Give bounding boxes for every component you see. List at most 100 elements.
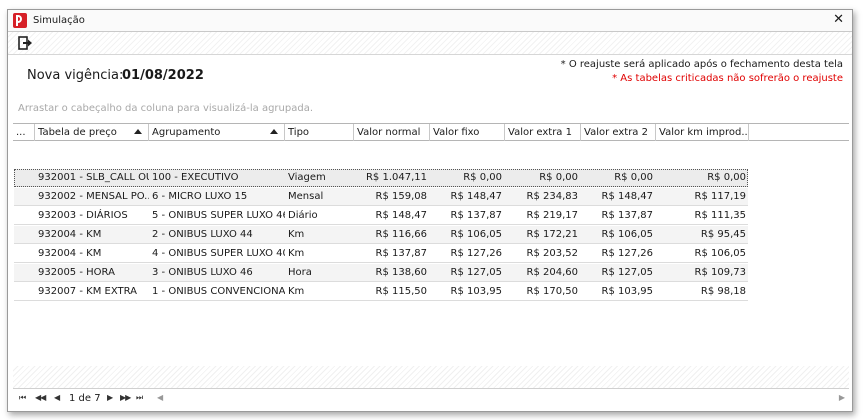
scroll-left-icon[interactable]: ◀ [157, 393, 163, 402]
cell-extra2: R$ 127,26 [601, 248, 653, 259]
cell-agrupamento: 6 - MICRO LUXO 15 [152, 191, 248, 202]
column-header-extra1[interactable]: Valor extra 1 [505, 124, 581, 141]
first-page-button[interactable]: ⏮ [19, 393, 26, 403]
scroll-right-icon[interactable]: ▶ [839, 393, 845, 402]
cell-extra2: R$ 0,00 [614, 172, 653, 183]
sort-ascending-icon [270, 129, 278, 134]
cell-kmimprod: R$ 95,45 [700, 229, 746, 240]
cell-tabela: 932004 - KM [38, 229, 102, 240]
cell-fixo: R$ 106,05 [450, 229, 502, 240]
last-page-button[interactable]: ⏭ [136, 393, 143, 403]
cell-kmimprod: R$ 98,18 [700, 286, 746, 297]
pager: ⏮ ◀◀ ◀ 1 de 7 ▶ ▶▶ ⏭ ◀ ▶ [13, 388, 849, 409]
cell-kmimprod: R$ 0,00 [707, 172, 746, 183]
cell-tabela: 932001 - SLB_CALL OUT [38, 172, 149, 183]
cell-normal: R$ 138,60 [375, 267, 427, 278]
close-button[interactable]: ✕ [833, 12, 844, 27]
cell-fixo: R$ 127,05 [450, 267, 502, 278]
cell-extra1: R$ 204,60 [526, 267, 578, 278]
column-header-extra2[interactable]: Valor extra 2 [581, 124, 656, 141]
cell-fixo: R$ 148,47 [450, 191, 502, 202]
criticized-tables-notice: * As tabelas criticadas não sofrerão o r… [612, 73, 843, 84]
cell-tipo: Viagem [288, 172, 326, 183]
cell-normal: R$ 116,66 [375, 229, 427, 240]
cell-tipo: Km [288, 286, 305, 297]
sort-ascending-icon [134, 129, 142, 134]
table-row[interactable]: 932005 - HORA 3 - ONIBUS LUXO 46 Hora R$ 13… [14, 264, 748, 282]
horizontal-scrollbar[interactable]: ◀ ▶ [157, 392, 845, 405]
cell-tipo: Mensal [288, 191, 324, 202]
cell-tabela: 932002 - MENSAL PO... [38, 191, 149, 202]
cell-extra2: R$ 148,47 [601, 191, 653, 202]
cell-kmimprod: R$ 106,05 [694, 248, 746, 259]
cell-extra1: R$ 219,17 [526, 210, 578, 221]
cell-extra1: R$ 234,83 [526, 191, 578, 202]
table-row[interactable]: 932003 - DIÁRIOS 5 - ONIBUS SUPER LUXO 46… [14, 207, 748, 225]
grid-header: ... Tabela de preço Agrupamento Tipo Valor n… [13, 123, 849, 141]
cell-tipo: Km [288, 248, 305, 259]
exit-icon [18, 36, 32, 50]
table-row[interactable]: 932007 - KM EXTRA 1 - ONIBUS CONVENCIONA.… [14, 283, 748, 301]
cell-fixo: R$ 127,26 [450, 248, 502, 259]
cell-agrupamento: 100 - EXECUTIVO [152, 172, 239, 183]
grid-empty-area [13, 366, 849, 388]
cell-normal: R$ 159,08 [375, 191, 427, 202]
next-page-group-button[interactable]: ▶▶ [120, 393, 131, 402]
prev-page-button[interactable]: ◀ [54, 393, 60, 402]
cell-kmimprod: R$ 117,19 [694, 191, 746, 202]
cell-kmimprod: R$ 109,73 [694, 267, 746, 278]
cell-kmimprod: R$ 111,35 [694, 210, 746, 221]
window-title: Simulação [33, 15, 85, 26]
simulation-window: Simulação ✕ Nova vigência: 01/08/2022 * … [7, 9, 853, 412]
cell-agrupamento: 1 - ONIBUS CONVENCIONA... [152, 286, 285, 297]
cell-tabela: 932003 - DIÁRIOS [38, 210, 128, 221]
column-header-tipo[interactable]: Tipo [285, 124, 354, 141]
cell-extra2: R$ 103,95 [601, 286, 653, 297]
column-header-kmimprod[interactable]: Valor km improd... [656, 124, 749, 141]
cell-tipo: Hora [288, 267, 312, 278]
cell-agrupamento: 5 - ONIBUS SUPER LUXO 46 [152, 210, 285, 221]
grid-body: 932001 - SLB_CALL OUT 100 - EXECUTIVO Viag… [13, 141, 849, 389]
column-header-selector[interactable]: ... [13, 124, 35, 141]
vigencia-date: 01/08/2022 [122, 68, 204, 83]
column-header-agrupamento[interactable]: Agrupamento [149, 124, 285, 141]
cell-normal: R$ 115,50 [375, 286, 427, 297]
cell-agrupamento: 2 - ONIBUS LUXO 44 [152, 229, 253, 240]
column-header-label: Valor fixo [433, 127, 480, 138]
column-header-tabela[interactable]: Tabela de preço [35, 124, 149, 141]
prev-page-group-button[interactable]: ◀◀ [35, 393, 46, 402]
column-header-label: Valor km improd... [659, 127, 749, 138]
table-row[interactable]: 932004 - KM 4 - ONIBUS SUPER LUXO 40 Km R$ … [14, 245, 748, 263]
column-header-label: Valor extra 2 [584, 127, 648, 138]
cell-agrupamento: 3 - ONIBUS LUXO 46 [152, 267, 253, 278]
next-page-button[interactable]: ▶ [107, 393, 113, 402]
cell-normal: R$ 1.047,11 [365, 172, 427, 183]
cell-extra2: R$ 106,05 [601, 229, 653, 240]
column-header-normal[interactable]: Valor normal [354, 124, 430, 141]
cell-fixo: R$ 0,00 [463, 172, 502, 183]
table-row[interactable]: 932002 - MENSAL PO... 6 - MICRO LUXO 15 Me… [14, 188, 748, 206]
cell-tabela: 932004 - KM [38, 248, 102, 259]
cell-extra1: R$ 203,52 [526, 248, 578, 259]
cell-extra2: R$ 137,87 [601, 210, 653, 221]
column-header-label: Valor normal [357, 127, 421, 138]
cell-fixo: R$ 137,87 [450, 210, 502, 221]
column-header-fixo[interactable]: Valor fixo [430, 124, 505, 141]
cell-extra2: R$ 127,05 [601, 267, 653, 278]
cell-tabela: 932007 - KM EXTRA [38, 286, 137, 297]
cell-tipo: Diário [288, 210, 318, 221]
cell-normal: R$ 148,47 [375, 210, 427, 221]
cell-extra1: R$ 172,21 [526, 229, 578, 240]
filter-row[interactable] [13, 141, 749, 159]
vigencia-label: Nova vigência: [27, 68, 124, 83]
table-row[interactable]: 932001 - SLB_CALL OUT 100 - EXECUTIVO Viag… [14, 169, 748, 187]
table-row[interactable]: 932004 - KM 2 - ONIBUS LUXO 44 Km R$ 116,66… [14, 226, 748, 244]
column-header-label: ... [16, 127, 26, 138]
cell-extra1: R$ 170,50 [526, 286, 578, 297]
cell-fixo: R$ 103,95 [450, 286, 502, 297]
exit-button[interactable] [17, 35, 33, 51]
app-logo-icon [13, 13, 27, 28]
group-by-hint[interactable]: Arrastar o cabeçalho da coluna para visu… [18, 103, 313, 114]
title-bar: Simulação ✕ [8, 10, 852, 32]
column-header-label: Agrupamento [152, 127, 221, 138]
